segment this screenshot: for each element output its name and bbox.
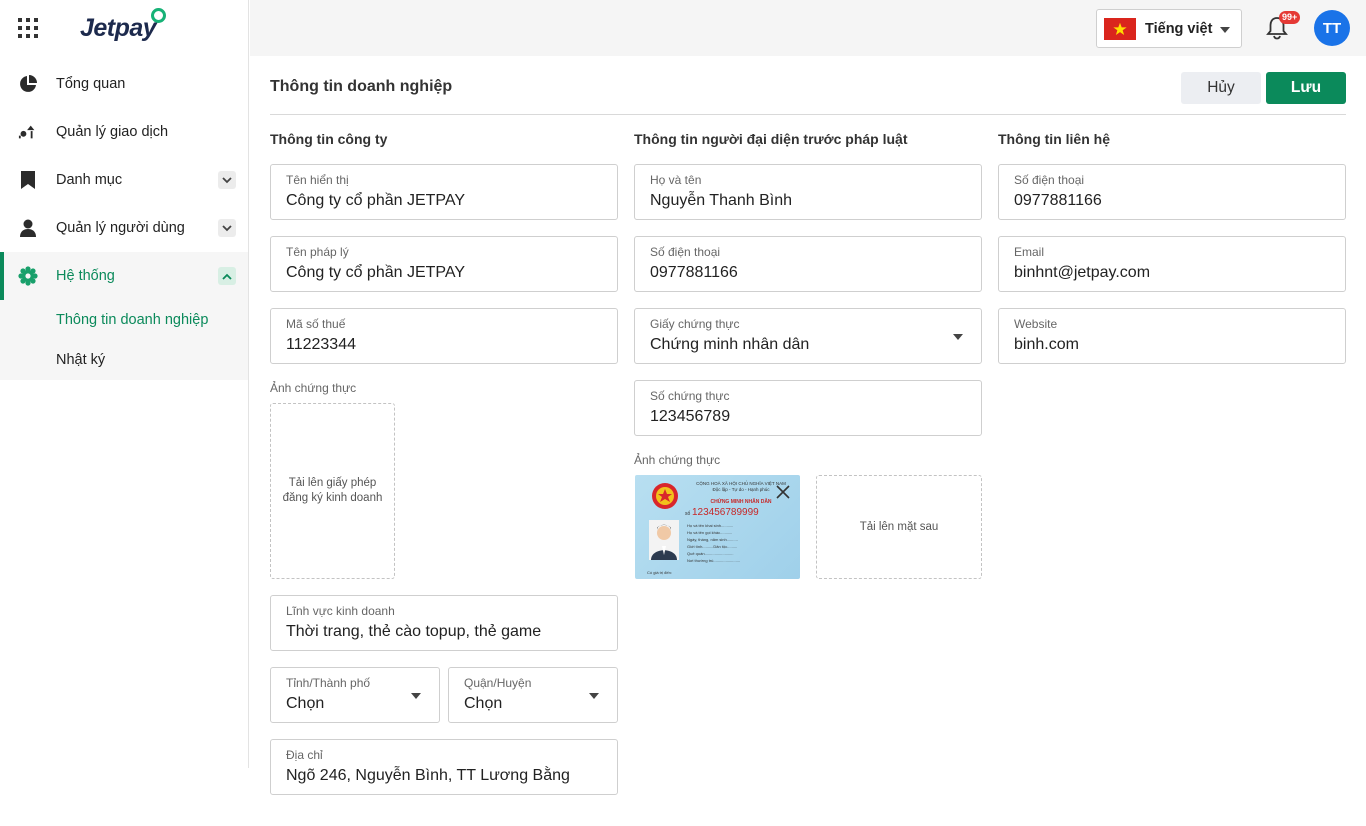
representative-cert-image-label: Ảnh chứng thực	[634, 453, 721, 467]
field-label: Tỉnh/Thành phố	[286, 676, 371, 690]
section-title-company: Thông tin công ty	[270, 131, 388, 147]
sidebar-item-categories[interactable]: Danh mục	[0, 156, 248, 204]
field-value: Ngõ 246, Nguyễn Bình, TT Lương Bằng	[286, 767, 570, 784]
vietnam-flag-icon	[1104, 17, 1136, 40]
field-value: Chọn	[464, 695, 503, 712]
document-type-select[interactable]: Giấy chứng thực Chứng minh nhân dân	[634, 308, 982, 364]
field-value: 123456789	[650, 408, 731, 425]
sidebar-subitem-company-info[interactable]: Thông tin doanh nghiệp	[0, 300, 248, 340]
caret-down-icon	[589, 693, 599, 699]
field-label: Quận/Huyện	[464, 676, 532, 690]
field-value: Công ty cổ phần JETPAY	[286, 264, 466, 281]
field-value: 0977881166	[650, 264, 738, 281]
id-card-front-image: CỘNG HOÀ XÃ HỘI CHỦ NGHĨA VIỆT NAM Độc l…	[635, 475, 800, 579]
avatar[interactable]: TT	[1314, 10, 1350, 46]
representative-phone-field[interactable]: Số điện thoại 0977881166	[634, 236, 982, 292]
email-field[interactable]: Email binhnt@jetpay.com	[998, 236, 1346, 292]
field-label: Lĩnh vực kinh doanh	[286, 604, 395, 618]
notification-badge: 99+	[1279, 11, 1301, 24]
apps-grid-icon[interactable]	[18, 18, 38, 38]
district-select[interactable]: Quận/Huyện Chọn	[448, 667, 618, 723]
chevron-down-icon[interactable]	[218, 219, 236, 237]
transactions-icon	[18, 122, 38, 142]
id-card-number: số 123456789999	[685, 507, 759, 518]
field-value: binhnt@jetpay.com	[1014, 264, 1151, 281]
field-label: Tên hiển thị	[286, 173, 349, 187]
cancel-button[interactable]: Hủy	[1181, 72, 1261, 104]
caret-down-icon	[953, 334, 963, 340]
field-value: Chứng minh nhân dân	[650, 336, 810, 353]
representative-name-field[interactable]: Họ và tên Nguyễn Thanh Bình	[634, 164, 982, 220]
field-value: 11223344	[286, 336, 356, 353]
contact-phone-field[interactable]: Số điện thoại 0977881166	[998, 164, 1346, 220]
save-button[interactable]: Lưu	[1266, 72, 1346, 104]
field-label: Giấy chứng thực	[650, 317, 740, 331]
sidebar-item-label: Hệ thống	[56, 268, 115, 284]
top-header: Tiếng việt 99+ TT	[250, 0, 1366, 56]
address-field[interactable]: Địa chỉ Ngõ 246, Nguyễn Bình, TT Lương B…	[270, 739, 618, 795]
field-label: Website	[1014, 317, 1058, 331]
chevron-up-icon[interactable]	[218, 267, 236, 285]
language-label: Tiếng việt	[1145, 20, 1213, 37]
chevron-down-icon[interactable]	[218, 171, 236, 189]
field-label: Mã số thuế	[286, 317, 346, 331]
caret-down-icon	[1220, 27, 1230, 33]
app-logo[interactable]: Jetpay	[80, 7, 167, 43]
province-select[interactable]: Tỉnh/Thành phố Chọn	[270, 667, 440, 723]
sidebar-item-users[interactable]: Quản lý người dùng	[0, 204, 248, 252]
field-value: 0977881166	[1014, 192, 1102, 209]
field-label: Địa chỉ	[286, 748, 323, 762]
field-value: binh.com	[1014, 336, 1079, 353]
caret-down-icon	[411, 693, 421, 699]
section-title-representative: Thông tin người đại diện trước pháp luật	[634, 131, 908, 147]
website-field[interactable]: Website binh.com	[998, 308, 1346, 364]
field-value: Thời trang, thẻ cào topup, thẻ game	[286, 623, 542, 640]
legal-name-field[interactable]: Tên pháp lý Công ty cổ phần JETPAY	[270, 236, 618, 292]
sidebar-subitem-logs[interactable]: Nhật ký	[0, 340, 248, 380]
sidebar-item-transactions[interactable]: Quản lý giao dịch	[0, 108, 248, 156]
sidebar-item-system[interactable]: Hệ thống	[0, 252, 248, 300]
field-label: Họ và tên	[650, 173, 702, 187]
upload-back-text: Tải lên mặt sau	[859, 520, 939, 533]
settings-gear-icon	[18, 266, 38, 286]
sidebar-item-label: Tổng quan	[56, 76, 126, 92]
field-value: Chọn	[286, 695, 325, 712]
business-field-input[interactable]: Lĩnh vực kinh doanh Thời trang, thẻ cào …	[270, 595, 618, 651]
logo-row: Jetpay	[0, 0, 248, 56]
field-label: Số điện thoại	[1014, 173, 1085, 187]
logo-mark-icon	[151, 7, 167, 23]
id-card-lines: Họ và tên khai sinh........... Họ và tên…	[687, 523, 741, 563]
field-label: Email	[1014, 245, 1045, 259]
field-label: Tên pháp lý	[286, 245, 349, 259]
tax-code-field[interactable]: Mã số thuế 11223344	[270, 308, 618, 364]
user-icon	[18, 218, 38, 238]
close-icon[interactable]	[776, 485, 790, 504]
field-value: Công ty cổ phần JETPAY	[286, 192, 466, 209]
sidebar: Jetpay Tổng quan Quản lý giao dịch Danh …	[0, 0, 249, 768]
upload-back-side[interactable]: Tải lên mặt sau	[816, 475, 982, 579]
language-select[interactable]: Tiếng việt	[1096, 9, 1242, 48]
page-title: Thông tin doanh nghiệp	[270, 78, 453, 95]
field-value: Nguyễn Thanh Bình	[650, 192, 793, 209]
sidebar-item-label: Quản lý giao dịch	[56, 124, 169, 140]
document-number-field[interactable]: Số chứng thực 123456789	[634, 380, 982, 436]
section-title-contact: Thông tin liên hệ	[998, 131, 1110, 147]
sidebar-item-label: Quản lý người dùng	[56, 220, 185, 236]
field-label: Số chứng thực	[650, 389, 730, 403]
header-divider	[270, 114, 1346, 115]
bookmark-icon	[18, 170, 38, 190]
upload-license-text: Tải lên giấy phép đăng ký kinh doanh	[282, 477, 383, 504]
pie-chart-icon	[18, 74, 38, 94]
company-cert-image-label: Ảnh chứng thực	[270, 381, 357, 395]
sidebar-item-label: Danh mục	[56, 172, 123, 188]
id-card-footer: Có giá trị đến:	[647, 570, 672, 575]
field-label: Số điện thoại	[650, 245, 721, 259]
display-name-field[interactable]: Tên hiển thị Công ty cổ phần JETPAY	[270, 164, 618, 220]
sidebar-item-overview[interactable]: Tổng quan	[0, 60, 248, 108]
upload-business-license[interactable]: Tải lên giấy phép đăng ký kinh doanh	[270, 403, 395, 579]
